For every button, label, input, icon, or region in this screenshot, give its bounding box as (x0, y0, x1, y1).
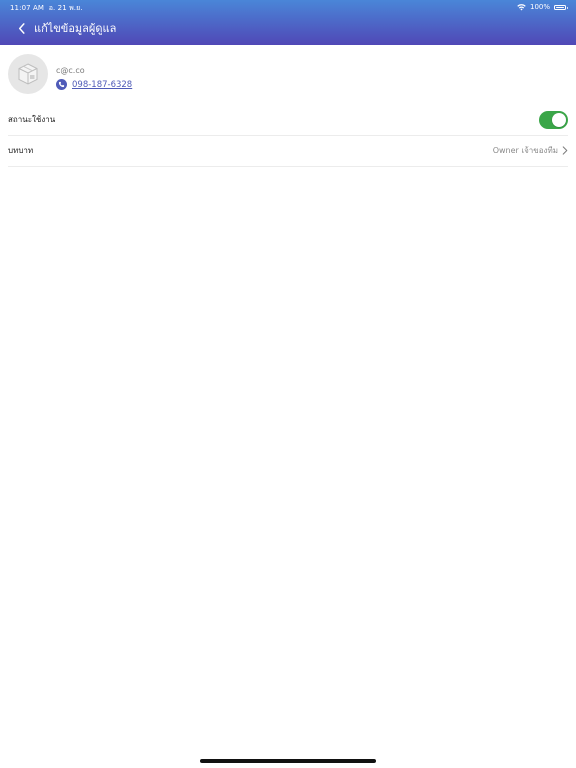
screen: 11:07 AM อ. 21 พ.ย. 100% แก้ไขข้อมูลผู้ด… (0, 0, 576, 768)
avatar (8, 54, 48, 94)
role-selector[interactable]: Owner เจ้าของทีม (493, 144, 568, 157)
toggle-knob (552, 112, 566, 127)
wifi-icon (517, 3, 526, 11)
status-time: 11:07 AM (10, 4, 45, 12)
phone-row: 098-187-6328 (56, 79, 132, 90)
header: 11:07 AM อ. 21 พ.ย. 100% แก้ไขข้อมูลผู้ด… (0, 0, 576, 45)
page-title: แก้ไขข้อมูลผู้ดูแล (34, 22, 117, 35)
profile-section: c@c.co 098-187-6328 (8, 54, 568, 96)
role-value: Owner เจ้าของทีม (492, 146, 558, 155)
nav-bar: แก้ไขข้อมูลผู้ดูแล (0, 14, 576, 42)
status-bar: 11:07 AM อ. 21 พ.ย. 100% (0, 0, 576, 14)
role-label: บทบาท (8, 146, 34, 155)
battery-icon (554, 4, 568, 10)
status-date: อ. 21 พ.ย. (48, 4, 83, 12)
chevron-left-icon (18, 22, 25, 34)
role-row[interactable]: บทบาท Owner เจ้าของทีม (8, 135, 568, 167)
status-toggle[interactable] (539, 110, 568, 129)
cube-placeholder-icon (18, 63, 38, 85)
phone-link[interactable]: 098-187-6328 (72, 80, 132, 90)
email-text: c@c.co (56, 66, 85, 75)
home-indicator[interactable] (200, 759, 376, 763)
back-button[interactable] (12, 17, 32, 39)
battery-percentage: 100% (529, 3, 550, 11)
status-label: สถานะใช้งาน (8, 115, 56, 124)
status-row: สถานะใช้งาน (8, 104, 568, 136)
status-time-date: 11:07 AM อ. 21 พ.ย. (10, 3, 83, 14)
chevron-right-icon (562, 146, 568, 155)
status-indicators: 100% (517, 3, 568, 11)
phone-icon (56, 79, 67, 90)
